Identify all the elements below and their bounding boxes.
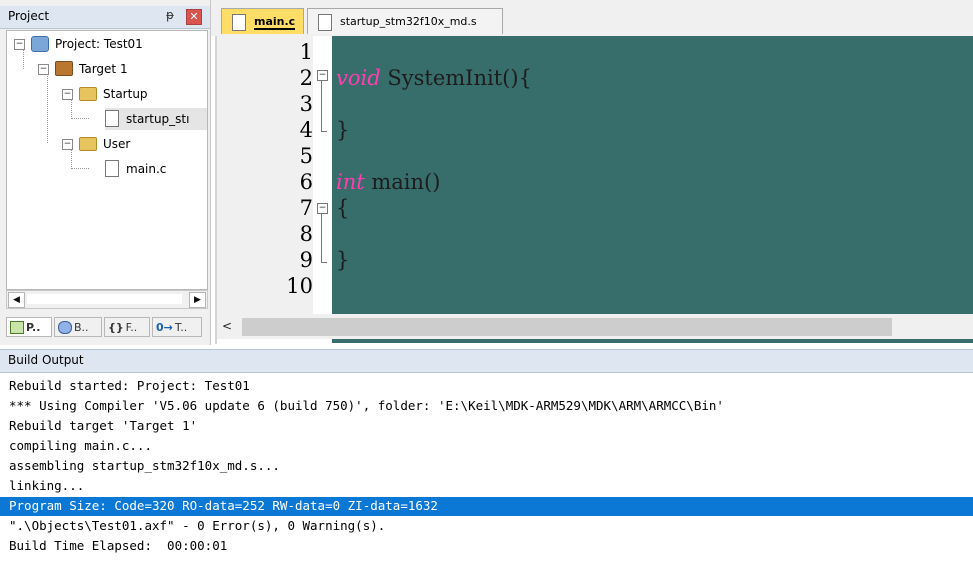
build-output-header: Build Output	[0, 349, 973, 373]
project-tab-icon	[10, 320, 24, 334]
fold-collapse-icon[interactable]: −	[317, 203, 328, 214]
tree-connector	[71, 118, 89, 119]
file-icon	[105, 110, 119, 127]
code-line-2: void SystemInit(){	[336, 66, 532, 90]
code-text: main()	[364, 170, 441, 194]
code-line-4: }	[336, 118, 350, 142]
tree-item-target[interactable]: − Target 1	[35, 58, 128, 80]
tab-books[interactable]: B..	[54, 317, 102, 337]
tab-label: T..	[174, 321, 188, 334]
collapse-icon[interactable]: −	[38, 64, 49, 75]
file-icon	[318, 14, 332, 31]
tree-item-label: User	[103, 137, 131, 151]
tree-item-project[interactable]: − Project: Test01	[11, 33, 143, 55]
tab-templates[interactable]: 0→ T..	[152, 317, 202, 337]
project-icon	[31, 35, 49, 52]
line-number: 10	[286, 274, 313, 298]
tree-item-label: Project: Test01	[55, 37, 143, 51]
functions-tab-icon: {}	[108, 321, 124, 334]
tree-item-main-c[interactable]: main.c	[105, 158, 166, 180]
project-tree: − Project: Test01 − Target 1 − Startup s…	[6, 30, 208, 290]
line-number: 5	[299, 144, 313, 168]
tab-label: B..	[74, 321, 89, 334]
file-icon	[105, 160, 119, 177]
scroll-left-icon[interactable]: ◀	[8, 292, 25, 308]
scroll-left-icon[interactable]: <	[220, 318, 234, 334]
close-icon[interactable]: ✕	[186, 9, 202, 25]
log-line: Build Time Elapsed: 00:00:01	[9, 538, 228, 553]
target-icon	[55, 61, 73, 76]
fold-end	[321, 262, 327, 263]
scrollbar-thumb[interactable]	[242, 318, 892, 336]
templates-tab-icon: 0→	[156, 321, 173, 334]
scrollbar-thumb[interactable]	[27, 294, 182, 304]
line-number: 3	[299, 92, 313, 116]
project-panel-title: Project	[8, 9, 50, 23]
project-panel: Project ᵽ ✕ − Project: Test01 − Target 1…	[0, 0, 211, 345]
line-number: 2	[299, 66, 313, 90]
log-line: Rebuild target 'Target 1'	[9, 418, 198, 433]
build-output-title: Build Output	[8, 353, 84, 367]
line-number: 1	[299, 40, 313, 64]
code-line-6: int main()	[336, 170, 440, 194]
code-line-9: }	[336, 248, 350, 272]
folder-icon	[79, 86, 97, 101]
line-number: 4	[299, 118, 313, 142]
tree-connector	[47, 73, 48, 143]
tab-project[interactable]: P..	[6, 317, 52, 337]
line-number-gutter: 1 2 3 4 5 6 7 8 9 10	[217, 36, 313, 314]
folder-icon	[79, 136, 97, 151]
tab-startup-stm32f10x-md[interactable]: startup_stm32f10x_md.s	[307, 8, 503, 34]
tab-label: main.c	[254, 15, 296, 30]
editor-tab-bar: main.c startup_stm32f10x_md.s	[211, 0, 973, 36]
line-number: 7	[299, 196, 313, 220]
log-line: assembling startup_stm32f10x_md.s...	[9, 458, 280, 473]
tab-label: P..	[26, 321, 41, 334]
project-panel-header: Project ᵽ ✕	[0, 6, 210, 29]
project-panel-tabs: P.. B.. {} F.. 0→ T..	[6, 316, 206, 340]
tree-item-label: main.c	[126, 162, 167, 176]
file-icon	[232, 14, 246, 31]
fold-margin: − −	[313, 36, 332, 314]
tab-label: F..	[125, 321, 138, 334]
log-line: Rebuild started: Project: Test01	[9, 378, 250, 393]
tab-main-c[interactable]: main.c	[221, 8, 304, 34]
tree-item-label: Target 1	[79, 62, 128, 76]
log-line: linking...	[9, 478, 85, 493]
tree-connector	[71, 168, 89, 169]
tree-item-startup-group[interactable]: − Startup	[59, 83, 148, 105]
tree-item-label: startup_stı	[126, 112, 190, 126]
code-text: SystemInit(){	[380, 66, 532, 90]
log-line-selected: Program Size: Code=320 RO-data=252 RW-da…	[9, 498, 438, 513]
fold-collapse-icon[interactable]: −	[317, 70, 328, 81]
code-editor[interactable]: void SystemInit(){ } int main() { }	[332, 36, 973, 314]
tree-item-user-group[interactable]: − User	[59, 133, 130, 155]
tree-item-startup-file[interactable]: startup_stı	[105, 108, 207, 130]
scroll-right-icon[interactable]: ▶	[189, 292, 206, 308]
line-number: 9	[299, 248, 313, 272]
log-line: *** Using Compiler 'V5.06 update 6 (buil…	[9, 398, 724, 413]
line-number: 8	[299, 222, 313, 246]
fold-line	[321, 214, 322, 262]
code-line-7: {	[336, 196, 350, 220]
books-tab-icon	[58, 320, 72, 334]
fold-line	[321, 81, 322, 131]
line-number: 6	[299, 170, 313, 194]
keyword: int	[336, 170, 365, 194]
collapse-icon[interactable]: −	[62, 139, 73, 150]
log-line: ".\Objects\Test01.axf" - 0 Error(s), 0 W…	[9, 518, 386, 533]
tab-functions[interactable]: {} F..	[104, 317, 150, 337]
pin-icon[interactable]: ᵽ	[166, 8, 174, 22]
fold-end	[321, 131, 327, 132]
build-output-log[interactable]: Rebuild started: Project: Test01 *** Usi…	[0, 373, 973, 571]
keyword: void	[336, 66, 381, 90]
editor-bottom-strip	[332, 339, 973, 343]
collapse-icon[interactable]: −	[62, 89, 73, 100]
log-line: compiling main.c...	[9, 438, 152, 453]
collapse-icon[interactable]: −	[14, 39, 25, 50]
tab-label: startup_stm32f10x_md.s	[340, 15, 477, 28]
tree-horizontal-scrollbar[interactable]: ◀ ▶	[6, 290, 208, 309]
tree-item-label: Startup	[103, 87, 148, 101]
